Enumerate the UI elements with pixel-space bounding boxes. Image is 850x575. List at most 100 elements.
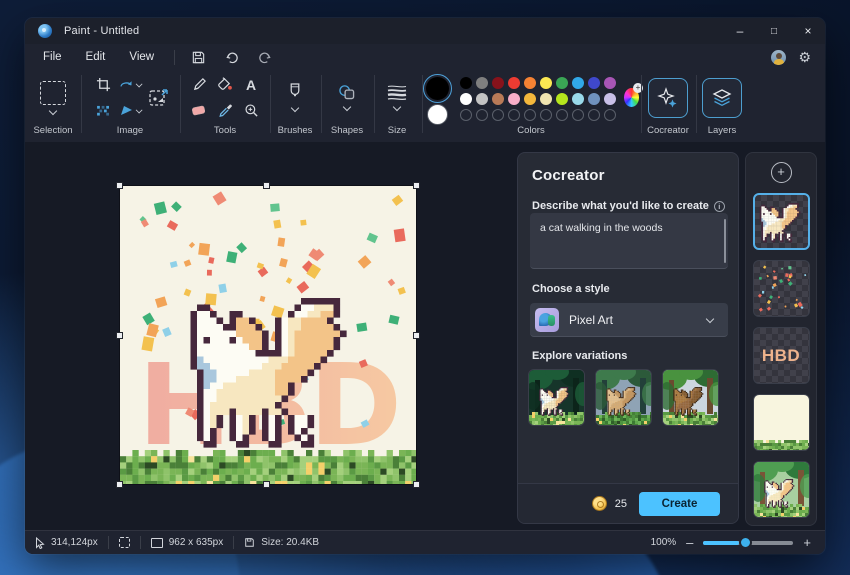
chevron-down-icon[interactable]	[394, 104, 401, 111]
palette-color-swatch[interactable]	[492, 93, 504, 105]
group-label: Tools	[214, 125, 236, 142]
palette-color-swatch[interactable]	[604, 93, 616, 105]
primary-color-swatch[interactable]	[423, 74, 452, 103]
layer-thumbnail-cat[interactable]	[753, 193, 810, 250]
info-icon[interactable]: i	[714, 201, 725, 212]
palette-empty-slot[interactable]	[540, 109, 552, 121]
palette-color-swatch[interactable]	[588, 93, 600, 105]
palette-color-swatch[interactable]	[492, 77, 504, 89]
crop-icon[interactable]	[96, 77, 111, 92]
pencil-icon[interactable]	[192, 77, 207, 92]
palette-color-swatch[interactable]	[476, 93, 488, 105]
secondary-color-swatch[interactable]	[427, 104, 448, 125]
create-button[interactable]: Create	[639, 492, 720, 516]
close-button[interactable]: ×	[791, 18, 825, 44]
layers-button[interactable]	[702, 78, 742, 118]
palette-color-swatch[interactable]	[460, 77, 472, 89]
palette-color-swatch[interactable]	[604, 77, 616, 89]
palette-empty-slot[interactable]	[604, 109, 616, 121]
zoom-slider-thumb[interactable]	[739, 536, 752, 549]
text-tool-icon[interactable]: A	[246, 77, 256, 93]
menu-view[interactable]: View	[119, 48, 164, 66]
eraser-icon[interactable]	[191, 104, 207, 117]
color-wheel-icon[interactable]	[624, 88, 639, 107]
palette-empty-slot[interactable]	[556, 109, 568, 121]
account-avatar[interactable]	[771, 50, 786, 65]
palette-color-swatch[interactable]	[460, 93, 472, 105]
chevron-down-icon[interactable]	[137, 82, 143, 88]
fill-bucket-icon[interactable]	[217, 77, 233, 92]
maximize-button[interactable]: □	[757, 18, 791, 44]
palette-color-swatch[interactable]	[556, 93, 568, 105]
palette-color-swatch[interactable]	[540, 77, 552, 89]
selection-handle[interactable]	[413, 182, 420, 189]
palette-color-swatch[interactable]	[572, 93, 584, 105]
cocreator-button[interactable]	[648, 78, 688, 118]
resize-image-icon[interactable]	[148, 87, 170, 109]
title-bar[interactable]: Paint - Untitled – □ ×	[25, 18, 825, 44]
chevron-down-icon[interactable]	[136, 108, 142, 114]
variation-thumbnail-3[interactable]	[662, 369, 719, 426]
minimize-button[interactable]: –	[723, 18, 757, 44]
palette-empty-slot[interactable]	[508, 109, 520, 121]
scrollbar[interactable]	[724, 219, 727, 263]
palette-empty-slot[interactable]	[460, 109, 472, 121]
palette-color-swatch[interactable]	[476, 77, 488, 89]
layer-thumbnail-hbd[interactable]: HBD	[753, 327, 810, 384]
selection-handle[interactable]	[116, 481, 123, 488]
palette-empty-slot[interactable]	[524, 109, 536, 121]
palette-color-swatch[interactable]	[588, 77, 600, 89]
zoom-out-button[interactable]: –	[686, 535, 693, 550]
selection-handle[interactable]	[413, 332, 420, 339]
flip-icon[interactable]	[120, 105, 143, 117]
credits-count: 25	[615, 498, 627, 510]
layer-thumbnail-scene[interactable]	[753, 461, 810, 518]
palette-color-swatch[interactable]	[508, 93, 520, 105]
selection-handle[interactable]	[116, 182, 123, 189]
layer-thumbnail-confetti[interactable]	[753, 260, 810, 317]
chevron-down-icon[interactable]	[344, 104, 351, 111]
palette-color-swatch[interactable]	[556, 77, 568, 89]
zoom-slider[interactable]	[703, 541, 793, 545]
save-icon[interactable]	[185, 47, 211, 67]
variation-thumbnail-1[interactable]	[528, 369, 585, 426]
variation-thumbnail-2[interactable]	[595, 369, 652, 426]
palette-color-swatch[interactable]	[572, 77, 584, 89]
shapes-icon[interactable]	[338, 84, 356, 100]
palette-empty-slot[interactable]	[588, 109, 600, 121]
style-dropdown[interactable]: Pixel Art	[530, 303, 728, 337]
paint-window: Paint - Untitled – □ × File Edit View	[25, 18, 825, 554]
chevron-down-icon[interactable]	[292, 105, 299, 112]
rotate-icon[interactable]	[119, 78, 143, 91]
drawing-canvas[interactable]: HBD	[120, 186, 416, 484]
palette-color-swatch[interactable]	[524, 77, 536, 89]
palette-color-swatch[interactable]	[508, 77, 520, 89]
redo-icon[interactable]	[251, 47, 277, 67]
selection-handle[interactable]	[116, 332, 123, 339]
palette-empty-slot[interactable]	[572, 109, 584, 121]
eyedropper-icon[interactable]	[218, 103, 233, 118]
canvas-artwork[interactable]: HBD	[120, 186, 416, 484]
selection-handle[interactable]	[263, 481, 270, 488]
magnifier-icon[interactable]	[244, 103, 259, 118]
add-layer-button[interactable]: +	[771, 162, 792, 183]
prompt-input[interactable]: a cat walking in the woods	[530, 213, 728, 269]
line-size-icon[interactable]	[387, 84, 407, 100]
palette-empty-slot[interactable]	[476, 109, 488, 121]
settings-gear-icon[interactable]: ⚙	[798, 50, 811, 64]
free-select-icon[interactable]	[96, 105, 111, 116]
undo-icon[interactable]	[219, 47, 245, 67]
palette-empty-slot[interactable]	[492, 109, 504, 121]
selection-handle[interactable]	[263, 182, 270, 189]
selection-handle[interactable]	[413, 481, 420, 488]
chevron-down-icon[interactable]	[50, 108, 57, 115]
rectangle-select-icon[interactable]	[40, 81, 66, 105]
paint-logo-icon	[38, 24, 52, 38]
palette-color-swatch[interactable]	[540, 93, 552, 105]
menu-file[interactable]: File	[33, 48, 72, 66]
menu-edit[interactable]: Edit	[76, 48, 116, 66]
layer-thumbnail-background[interactable]	[753, 394, 810, 451]
zoom-in-button[interactable]: +	[803, 535, 811, 550]
brush-icon[interactable]	[288, 83, 302, 101]
palette-color-swatch[interactable]	[524, 93, 536, 105]
